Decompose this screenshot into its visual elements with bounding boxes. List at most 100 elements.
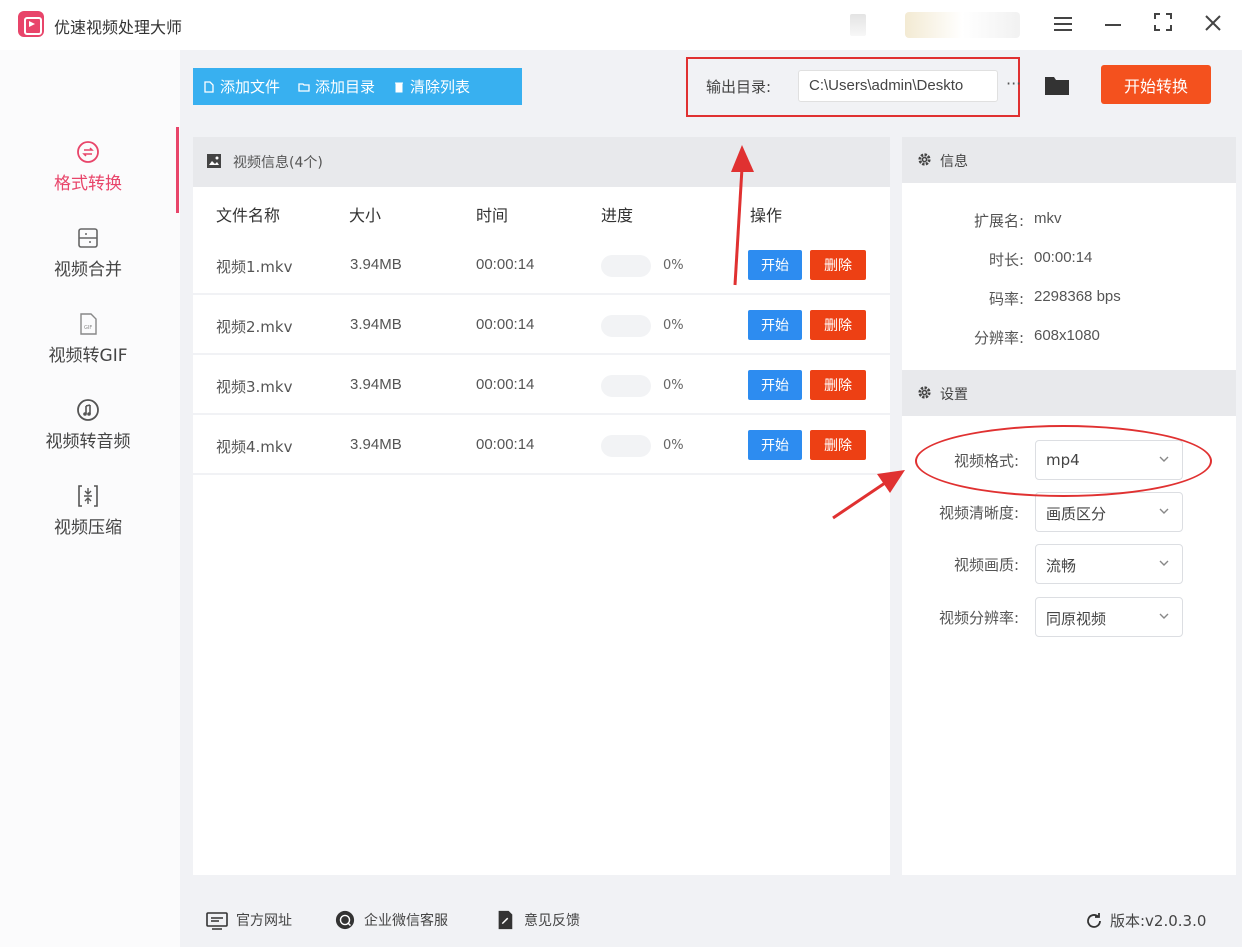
add-file-button[interactable]: 添加文件 [203,76,280,97]
feedback-label: 意见反馈 [524,913,580,929]
close-icon[interactable] [1198,10,1228,38]
table-row: 视频4.mkv 3.94MB 00:00:14 0% 开始 删除 [193,417,890,475]
add-dir-label: 添加目录 [315,78,376,96]
footer: 官方网址 企业微信客服 意见反馈 版本:v2.0.3.0 [180,893,1242,947]
column-header-time: 时间 [476,206,509,225]
select-value: 画质区分 [1046,505,1107,523]
file-icon [204,80,214,93]
file-size: 3.94MB [350,256,402,273]
info-header: 信息 [902,137,1236,183]
chevron-down-icon [1159,560,1169,566]
chevron-down-icon [1159,508,1169,514]
info-label-extension: 扩展名: [973,212,1024,230]
sidebar-item-label: 视频转GIF [48,346,128,366]
file-duration: 00:00:14 [476,316,535,333]
sidebar-item-label: 视频压缩 [54,518,122,538]
active-indicator [176,127,179,213]
menu-icon[interactable] [1048,10,1078,38]
start-button[interactable]: 开始 [748,370,802,400]
setting-label-clarity: 视频清晰度: [938,504,1019,522]
gif-icon: GIF [80,313,97,335]
blurred-banner [905,12,1020,38]
table-row: 视频3.mkv 3.94MB 00:00:14 0% 开始 删除 [193,357,890,415]
delete-button[interactable]: 删除 [810,310,866,340]
minimize-icon[interactable] [1098,10,1128,38]
table-row: 视频1.mkv 3.94MB 00:00:14 0% 开始 删除 [193,237,890,295]
folder-icon[interactable] [1044,74,1070,96]
website-link[interactable]: 官方网址 [206,910,292,930]
video-resolution-select[interactable]: 同原视频 [1035,597,1183,637]
sidebar-item-video-merge[interactable]: 视频合并 [0,213,176,299]
info-label-duration: 时长: [988,251,1024,269]
setting-label-resolution: 视频分辨率: [938,609,1019,627]
progress-bar [601,375,651,397]
video-list-panel: 视频信息(4个) 文件名称 大小 时间 进度 操作 视频1.mkv 3.94MB… [193,137,890,875]
maximize-icon[interactable] [1148,10,1178,38]
file-name: 视频3.mkv [216,378,293,396]
sidebar-item-video-to-gif[interactable]: GIF 视频转GIF [0,299,176,385]
setting-label-quality: 视频画质: [953,556,1019,574]
gear-icon [918,386,931,399]
format-convert-icon [77,141,99,163]
settings-header: 设置 [902,370,1236,416]
wechat-label: 企业微信客服 [364,913,448,929]
trash-icon [395,82,404,92]
info-label-bitrate: 码率: [988,290,1024,308]
video-list-title: 视频信息(4个) [233,155,323,171]
progress-text: 0% [663,258,684,273]
info-value-duration: 00:00:14 [1034,249,1093,266]
output-dir-more[interactable]: ··· [1006,74,1021,93]
clear-list-label: 清除列表 [410,78,471,96]
file-name: 视频4.mkv [216,438,293,456]
website-label: 官方网址 [236,913,292,929]
add-dir-button[interactable]: 添加目录 [298,76,375,97]
sidebar-item-video-compress[interactable]: 视频压缩 [0,471,176,557]
info-value-bitrate: 2298368 bps [1034,288,1121,305]
chevron-down-icon [1159,613,1169,619]
column-header-progress: 进度 [601,206,634,225]
image-icon [207,154,221,168]
info-label-resolution: 分辨率: [973,329,1024,347]
compress-icon [78,485,98,507]
progress-bar [601,255,651,277]
delete-button[interactable]: 删除 [810,250,866,280]
column-header-name: 文件名称 [216,206,281,225]
file-name: 视频2.mkv [216,318,293,336]
sidebar-item-video-to-audio[interactable]: 视频转音频 [0,385,176,471]
wechat-support-link[interactable]: 企业微信客服 [334,910,448,930]
clear-list-button[interactable]: 清除列表 [393,76,470,97]
output-dir-input[interactable]: C:\Users\admin\Deskto [798,70,998,102]
refresh-icon[interactable] [1084,911,1104,931]
app-title: 优速视频处理大师 [54,18,183,37]
video-merge-icon [78,228,98,248]
file-duration: 00:00:14 [476,376,535,393]
folder-outline-icon [298,82,310,92]
start-button[interactable]: 开始 [748,430,802,460]
title-bar: 优速视频处理大师 [0,0,1242,50]
column-header-actions: 操作 [750,206,783,225]
table-row: 视频2.mkv 3.94MB 00:00:14 0% 开始 删除 [193,297,890,355]
sidebar-item-format-convert[interactable]: 格式转换 [0,127,176,213]
output-dir-label: 输出目录: [706,78,772,96]
feedback-link[interactable]: 意见反馈 [494,910,580,930]
file-size: 3.94MB [350,436,402,453]
blurred-icon [850,14,866,36]
sidebar-item-label: 视频合并 [54,260,122,280]
file-size: 3.94MB [350,376,402,393]
start-button[interactable]: 开始 [748,250,802,280]
start-convert-button[interactable]: 开始转换 [1101,65,1211,104]
start-button[interactable]: 开始 [748,310,802,340]
add-file-label: 添加文件 [220,78,281,96]
video-quality-select[interactable]: 流畅 [1035,544,1183,584]
app-logo-icon [18,11,44,37]
video-clarity-select[interactable]: 画质区分 [1035,492,1183,532]
gear-icon [918,153,931,166]
file-duration: 00:00:14 [476,256,535,273]
progress-text: 0% [663,318,684,333]
delete-button[interactable]: 删除 [810,430,866,460]
chat-icon [335,910,355,930]
format-annotation-ellipse [915,425,1212,497]
delete-button[interactable]: 删除 [810,370,866,400]
progress-bar [601,435,651,457]
info-title: 信息 [940,154,968,170]
